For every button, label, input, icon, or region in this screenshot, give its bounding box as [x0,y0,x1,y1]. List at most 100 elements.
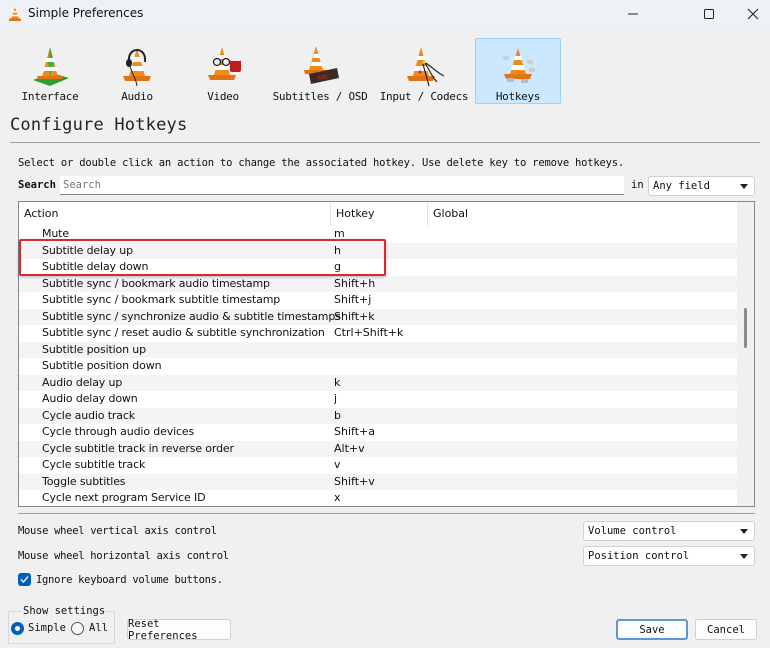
hotkey-cell: g [334,260,341,273]
minimize-icon [628,13,638,15]
hotkey-cell: b [334,408,341,422]
vlc-cone-headphones-icon [123,48,151,87]
vlc-app-icon [9,7,21,21]
table-row[interactable]: Subtitle sync / synchronize audio & subt… [19,308,737,325]
table-row[interactable]: Cycle audio track b [19,407,737,424]
instructions-text: Select or double click an action to chan… [18,157,625,169]
category-label: Input / Codecs [379,90,469,103]
table-row[interactable]: Cycle subtitle track in reverse order Alt… [19,440,737,457]
table-row[interactable]: Subtitle sync / bookmark subtitle timest… [19,292,737,309]
mouse-horizontal-select[interactable]: Position control [583,546,755,566]
hotkey-cell: k [334,375,341,389]
maximize-button[interactable] [686,0,732,28]
hotkey-cell: j [334,392,338,405]
action-cell: Subtitle sync / bookmark subtitle timest… [42,293,281,306]
hotkey-cell: Shift+k [334,309,375,323]
table-row[interactable]: Mute m [19,226,737,243]
show-settings-legend: Show settings [21,605,108,617]
table-row[interactable]: Subtitle delay down g [19,259,737,276]
window-title: Simple Preferences [28,6,144,20]
maximize-icon [704,9,714,19]
hotkey-cell: x [334,491,341,504]
table-row[interactable]: Subtitle position up [19,341,737,358]
radio-simple-label[interactable]: Simple [28,622,66,634]
hotkey-cell: Shift+v [334,474,375,488]
mouse-vertical-label: Mouse wheel vertical axis control [18,525,217,537]
hotkey-cell: m [334,227,345,240]
table-row[interactable]: Cycle through audio devices Shift+a [19,424,737,441]
scrollbar-thumb[interactable] [744,308,747,348]
action-cell: Cycle through audio devices [42,425,195,438]
chevron-down-icon [740,184,748,189]
action-cell: Subtitle position down [42,359,162,372]
search-input[interactable] [60,176,624,195]
ignore-volume-label[interactable]: Ignore keyboard volume buttons. [36,574,223,586]
action-cell: Subtitle sync / reset audio & subtitle s… [42,326,325,339]
table-row[interactable]: Subtitle sync / bookmark audio timestamp… [19,275,737,292]
vlc-cone-glasses-icon [208,47,241,80]
column-header-global[interactable]: Global [428,202,737,226]
table-body: Mute m Subtitle delay up h Subtitle delay do… [19,226,737,506]
save-button[interactable]: Save [616,619,688,640]
category-toolbar: Interface Audio Video ABC Subtitles / OS… [0,28,770,108]
vlc-cone-subtitles-icon: ABC [304,46,339,84]
reset-preferences-button[interactable]: Reset Preferences [127,618,231,642]
table-row[interactable]: Subtitle sync / reset audio & subtitle s… [19,325,737,342]
vlc-cone-interface-icon [33,47,69,86]
action-cell: Cycle subtitle track [42,458,146,471]
minimize-button[interactable] [610,0,656,28]
table-row[interactable]: Audio delay up k [19,374,737,391]
search-scope-label: in [631,179,644,191]
action-cell: Audio delay up [42,375,123,389]
action-cell: Cycle subtitle track in reverse order [42,441,234,455]
category-interface[interactable]: Interface [18,38,82,104]
category-audio[interactable]: Audio [110,38,164,104]
action-cell: Subtitle delay down [42,260,149,273]
table-row[interactable]: Subtitle delay up h [19,242,737,259]
hotkey-cell: Alt+v [334,441,365,455]
table-row[interactable]: Cycle subtitle track v [19,457,737,474]
search-label: Search [18,179,56,191]
column-header-action[interactable]: Action [19,202,331,226]
checkmark-icon [20,576,29,583]
action-cell: Subtitle delay up [42,243,133,257]
action-cell: Cycle audio track [42,408,135,422]
svg-text:ABC: ABC [317,73,330,82]
category-subtitles-osd[interactable]: ABC Subtitles / OSD [272,38,368,104]
category-video[interactable]: Video [196,38,250,104]
radio-simple[interactable] [11,622,24,635]
category-input-codecs[interactable]: Input / Codecs [379,38,469,104]
action-cell: Subtitle sync / bookmark audio timestamp [42,276,270,290]
radio-all-label[interactable]: All [89,622,108,634]
radio-all[interactable] [71,622,84,635]
cancel-button[interactable]: Cancel [695,619,757,640]
action-cell: Subtitle sync / synchronize audio & subt… [42,309,341,323]
show-settings-group: Show settings Simple All [8,605,115,644]
category-hotkeys[interactable]: Hotkeys [475,38,561,104]
category-label: Video [207,90,239,103]
category-label: Hotkeys [495,90,541,103]
title-bar: Simple Preferences [0,0,770,28]
close-button[interactable] [730,0,770,28]
hotkeys-table[interactable]: Action Hotkey Global Mute m Subtitle delay… [18,201,755,507]
search-field-select[interactable]: Any field [648,176,755,196]
table-row[interactable]: Cycle next program Service ID x [19,490,737,506]
action-cell: Audio delay down [42,392,138,405]
table-row[interactable]: Subtitle position down [19,358,737,375]
mouse-horizontal-label: Mouse wheel horizontal axis control [18,550,229,562]
table-row[interactable]: Toggle subtitles Shift+v [19,473,737,490]
table-row[interactable]: Audio delay down j [19,391,737,408]
hotkey-cell: Shift+j [334,293,372,306]
ignore-volume-checkbox[interactable] [18,573,31,586]
search-field-value: Any field [653,180,710,192]
chevron-down-icon [740,554,748,559]
action-cell: Cycle next program Service ID [42,491,206,504]
vertical-scrollbar[interactable] [737,202,754,506]
divider [10,142,760,143]
mouse-vertical-select[interactable]: Volume control [583,521,755,541]
table-header: Action Hotkey Global [19,202,737,226]
category-label: Subtitles / OSD [272,90,368,103]
column-header-hotkey[interactable]: Hotkey [331,202,428,226]
divider [18,513,755,514]
hotkey-cell: Shift+h [334,276,376,290]
